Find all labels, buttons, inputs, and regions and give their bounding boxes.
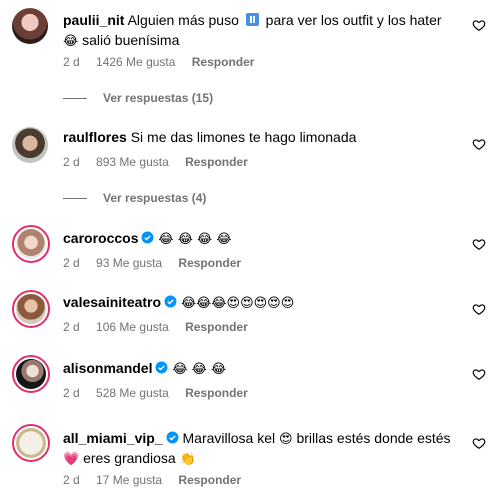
reply-button[interactable]: Responder (185, 155, 248, 169)
username[interactable]: paulii_nit (63, 12, 124, 28)
likes-count[interactable]: 17 Me gusta (96, 473, 162, 487)
timestamp: 2 d (63, 55, 80, 69)
comment-body: Maravillosa kel (182, 430, 276, 446)
timestamp: 2 d (63, 256, 80, 270)
comment-body-line2: eres grandiosa (83, 450, 176, 466)
avatar[interactable] (12, 424, 50, 462)
verified-badge-icon (164, 295, 177, 308)
heart-icon[interactable] (472, 367, 486, 381)
likes-count[interactable]: 106 Me gusta (96, 320, 169, 334)
pause-emoji-icon (245, 13, 259, 26)
username[interactable]: raulflores (63, 129, 127, 145)
avatar[interactable] (12, 8, 48, 44)
comment-body: Alguien más puso (127, 12, 239, 28)
likes-count[interactable]: 528 Me gusta (96, 386, 169, 400)
pink-heart-emoji-icon: 💗 (63, 452, 80, 467)
avatar[interactable] (12, 225, 50, 263)
heart-icon[interactable] (472, 237, 486, 251)
comment-meta: 2 d 893 Me gusta Responder (63, 155, 261, 169)
username[interactable]: valesainiteatro (63, 294, 161, 310)
comment-body: 😂 😂 😂 (172, 362, 227, 377)
comment-text: raulflores Si me das limones te hago lim… (63, 127, 458, 148)
avatar[interactable] (12, 290, 50, 328)
timestamp: 2 d (63, 155, 80, 169)
comment-meta: 2 d 17 Me gusta Responder (63, 473, 254, 487)
username[interactable]: alisonmandel (63, 360, 152, 376)
comment-text-line2: 💗 eres grandiosa 👏 (63, 448, 458, 470)
heart-icon[interactable] (472, 18, 486, 32)
heart-icon[interactable] (472, 436, 486, 450)
comment-meta: 2 d 1426 Me gusta Responder (63, 55, 267, 69)
timestamp: 2 d (63, 320, 80, 334)
comment-body: 😂😂😂😍😍😍😍😍 (180, 296, 295, 311)
comment-meta: 2 d 93 Me gusta Responder (63, 256, 254, 270)
reply-button[interactable]: Responder (178, 473, 241, 487)
likes-count[interactable]: 93 Me gusta (96, 256, 162, 270)
heart-icon[interactable] (472, 137, 486, 151)
view-replies-button[interactable]: Ver respuestas (15) (63, 91, 213, 105)
avatar[interactable] (12, 127, 48, 163)
username[interactable]: caroroccos (63, 230, 138, 246)
comment-text: paulii_nit Alguien más puso para ver los… (63, 10, 458, 31)
verified-badge-icon (142, 231, 154, 244)
heart-eyes-emoji-icon: 😍 (279, 432, 293, 447)
comment-body-cont: brillas estés donde estés (296, 430, 451, 446)
heart-icon[interactable] (472, 302, 486, 316)
clapping-emoji-icon: 👏 (179, 452, 196, 467)
comment-text: alisonmandel 😂 😂 😂 (63, 358, 458, 380)
reply-button[interactable]: Responder (178, 256, 241, 270)
divider (63, 198, 87, 200)
comment-text: all_miami_vip_ Maravillosa kel 😍 brillas… (63, 428, 458, 450)
comment-body-cont: para ver los outfit y los hater (265, 12, 442, 28)
avatar[interactable] (12, 355, 50, 393)
timestamp: 2 d (63, 386, 80, 400)
likes-count[interactable]: 893 Me gusta (96, 155, 169, 169)
reply-button[interactable]: Responder (185, 386, 248, 400)
reply-button[interactable]: Responder (192, 55, 255, 69)
comment-meta: 2 d 106 Me gusta Responder (63, 320, 261, 334)
divider (63, 98, 87, 100)
timestamp: 2 d (63, 473, 80, 487)
laughing-emoji-icon: 😂 (63, 34, 79, 49)
comment-body-line2: salió buenísima (82, 32, 180, 48)
verified-badge-icon (166, 431, 179, 444)
comment-body: Si me das limones te hago limonada (130, 129, 357, 145)
verified-badge-icon (156, 361, 168, 374)
comment-body: 😂 😂 😂 😂 (158, 232, 232, 247)
username[interactable]: all_miami_vip_ (63, 430, 163, 446)
reply-button[interactable]: Responder (185, 320, 248, 334)
view-replies-label: Ver respuestas (15) (103, 91, 214, 105)
view-replies-button[interactable]: Ver respuestas (4) (63, 191, 206, 205)
comment-text: caroroccos 😂 😂 😂 😂 (63, 228, 458, 250)
view-replies-label: Ver respuestas (4) (103, 191, 207, 205)
likes-count[interactable]: 1426 Me gusta (96, 55, 175, 69)
comment-text: valesainiteatro 😂😂😂😍😍😍😍😍 (63, 292, 458, 314)
comment-text-line2: 😂 salió buenísima (63, 30, 458, 52)
comment-meta: 2 d 528 Me gusta Responder (63, 386, 261, 400)
